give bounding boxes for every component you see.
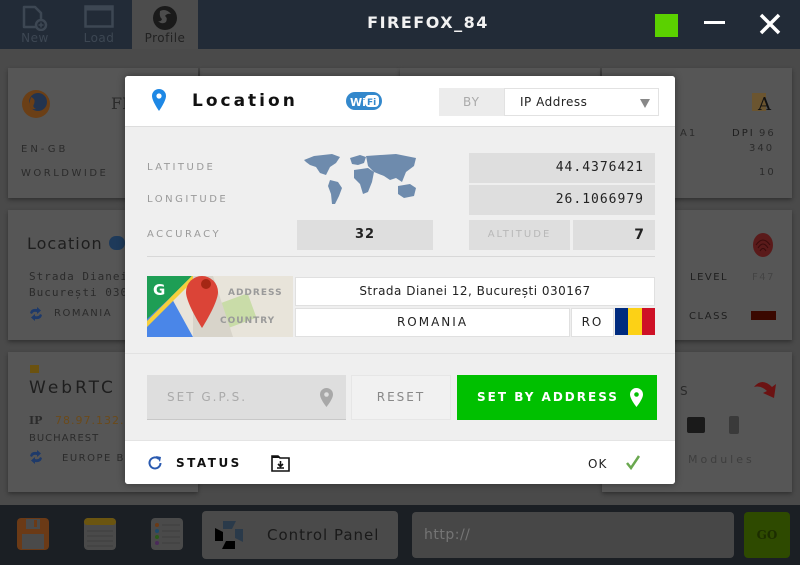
divider [147,256,655,257]
class-swatch [751,311,776,320]
set-by-address-button[interactable]: SET BY ADDRESS [457,375,657,420]
reset-button[interactable]: RESET [351,375,451,420]
modules-label: Modules [688,453,755,466]
set-by-address-label: SET BY ADDRESS [477,390,619,404]
region-label: WORLDWIDE [21,168,109,179]
google-maps-panel: G ADDRESS COUNTRY [147,276,293,337]
flag-stripe-blue [615,308,629,335]
control-panel-label: Control Panel [267,526,380,544]
dialog-footer: STATUS OK [125,440,675,484]
load-label: Load [83,31,115,45]
flag-stripe-yellow [628,308,642,335]
zone-label: EUROPE BU [62,453,134,464]
modules-partial-label: S [680,384,688,398]
dialog-header: Location Wi Fi BY IP Address [125,76,675,127]
top-bar: New Load Profile FIREFOX_84 [0,0,800,49]
set-gps-button[interactable]: SET G.P.S. [147,375,346,420]
font-icon: A [758,94,771,115]
country-code-field: RO [571,308,614,337]
longitude-field[interactable]: 26.1066979 [469,185,655,215]
close-icon[interactable] [758,12,782,36]
svg-text:Fi: Fi [367,98,376,108]
svg-text:G: G [153,281,165,299]
new-file-icon [22,5,48,31]
altitude-label: ALTITUDE [469,220,570,250]
dpi-label: DPI [732,128,755,139]
set-gps-label: SET G.P.S. [167,390,248,404]
ok-label: OK [588,457,608,471]
notes-icon[interactable] [84,518,116,550]
country-label: ROMANIA [54,308,113,319]
dropdown-arrow-icon [640,99,650,108]
location-dialog: Location Wi Fi BY IP Address LATITUDE LO… [125,76,675,484]
by-select[interactable]: IP Address [504,88,659,116]
country-field[interactable]: ROMANIA [295,308,570,337]
window-icon [84,5,114,28]
sync-icon[interactable] [28,449,44,465]
country-label: COUNTRY [220,316,276,326]
app-title: FIREFOX_84 [367,13,489,32]
google-maps-icon: G [147,276,293,337]
dpi-value: 96 [759,128,776,139]
refresh-icon[interactable] [147,455,163,471]
a-label: A1 [680,128,698,139]
go-button[interactable]: GO [744,512,790,558]
wifi-icon: Wi Fi [346,92,382,110]
latitude-label: LATITUDE [147,162,216,173]
city-label: BUCHAREST [29,433,100,444]
profile-button[interactable]: Profile [132,0,198,49]
checkmark-icon[interactable] [625,454,641,470]
flag-icon [30,365,39,373]
firefox-logo-icon [22,90,50,118]
load-button[interactable]: Load [67,0,131,49]
minimize-button[interactable] [704,21,725,24]
flag-stripe-red [641,308,655,335]
latitude-field[interactable]: 44.4376421 [469,153,655,183]
svg-text:Wi: Wi [350,96,366,109]
by-label: BY [439,88,504,116]
by-selected-value: IP Address [520,95,588,109]
ip-label: IP [29,414,43,427]
class-label: CLASS [689,311,729,322]
map-pin-icon [152,89,166,111]
map-pin-icon [320,388,333,407]
map-pin-icon [630,388,643,407]
list-icon[interactable] [151,518,183,550]
level-label: LEVEL [690,272,729,283]
address-label: ADDRESS [228,288,283,298]
new-button[interactable]: New [3,0,67,49]
webrtc-title: WebRTC [29,378,116,398]
accuracy-label: ACCURACY [147,229,222,240]
address-field[interactable]: Strada Dianei 12, București 030167 [295,277,655,306]
display-value-2: 340 [749,143,775,154]
altitude-field[interactable]: 7 [573,220,655,250]
control-panel-button[interactable]: Control Panel [202,511,398,559]
module-icon-1[interactable] [687,417,705,433]
language-label: EN-GB [21,144,69,155]
longitude-label: LONGITUDE [147,194,229,205]
firefox-icon [153,6,177,30]
control-panel-icon [215,521,243,549]
level-value: F47 [752,272,775,283]
save-icon[interactable] [17,518,49,550]
world-map-icon [304,154,416,204]
sync-icon[interactable] [28,306,44,322]
fingerprint-icon [753,233,773,257]
location-card-title: Location [27,234,103,253]
wifi-icon [109,236,125,250]
url-input[interactable] [412,512,734,558]
module-icon-2[interactable] [729,416,739,434]
divider [125,353,675,354]
status-indicator[interactable] [655,14,678,37]
redo-arrow-icon[interactable] [752,377,778,401]
new-label: New [21,31,49,45]
profile-label: Profile [144,31,186,45]
download-folder-icon[interactable] [271,455,290,472]
accuracy-field[interactable]: 32 [297,220,433,250]
status-label[interactable]: STATUS [176,456,242,470]
display-value-3: 10 [759,167,776,178]
romania-flag-icon [615,308,655,335]
dialog-title: Location [192,91,298,111]
